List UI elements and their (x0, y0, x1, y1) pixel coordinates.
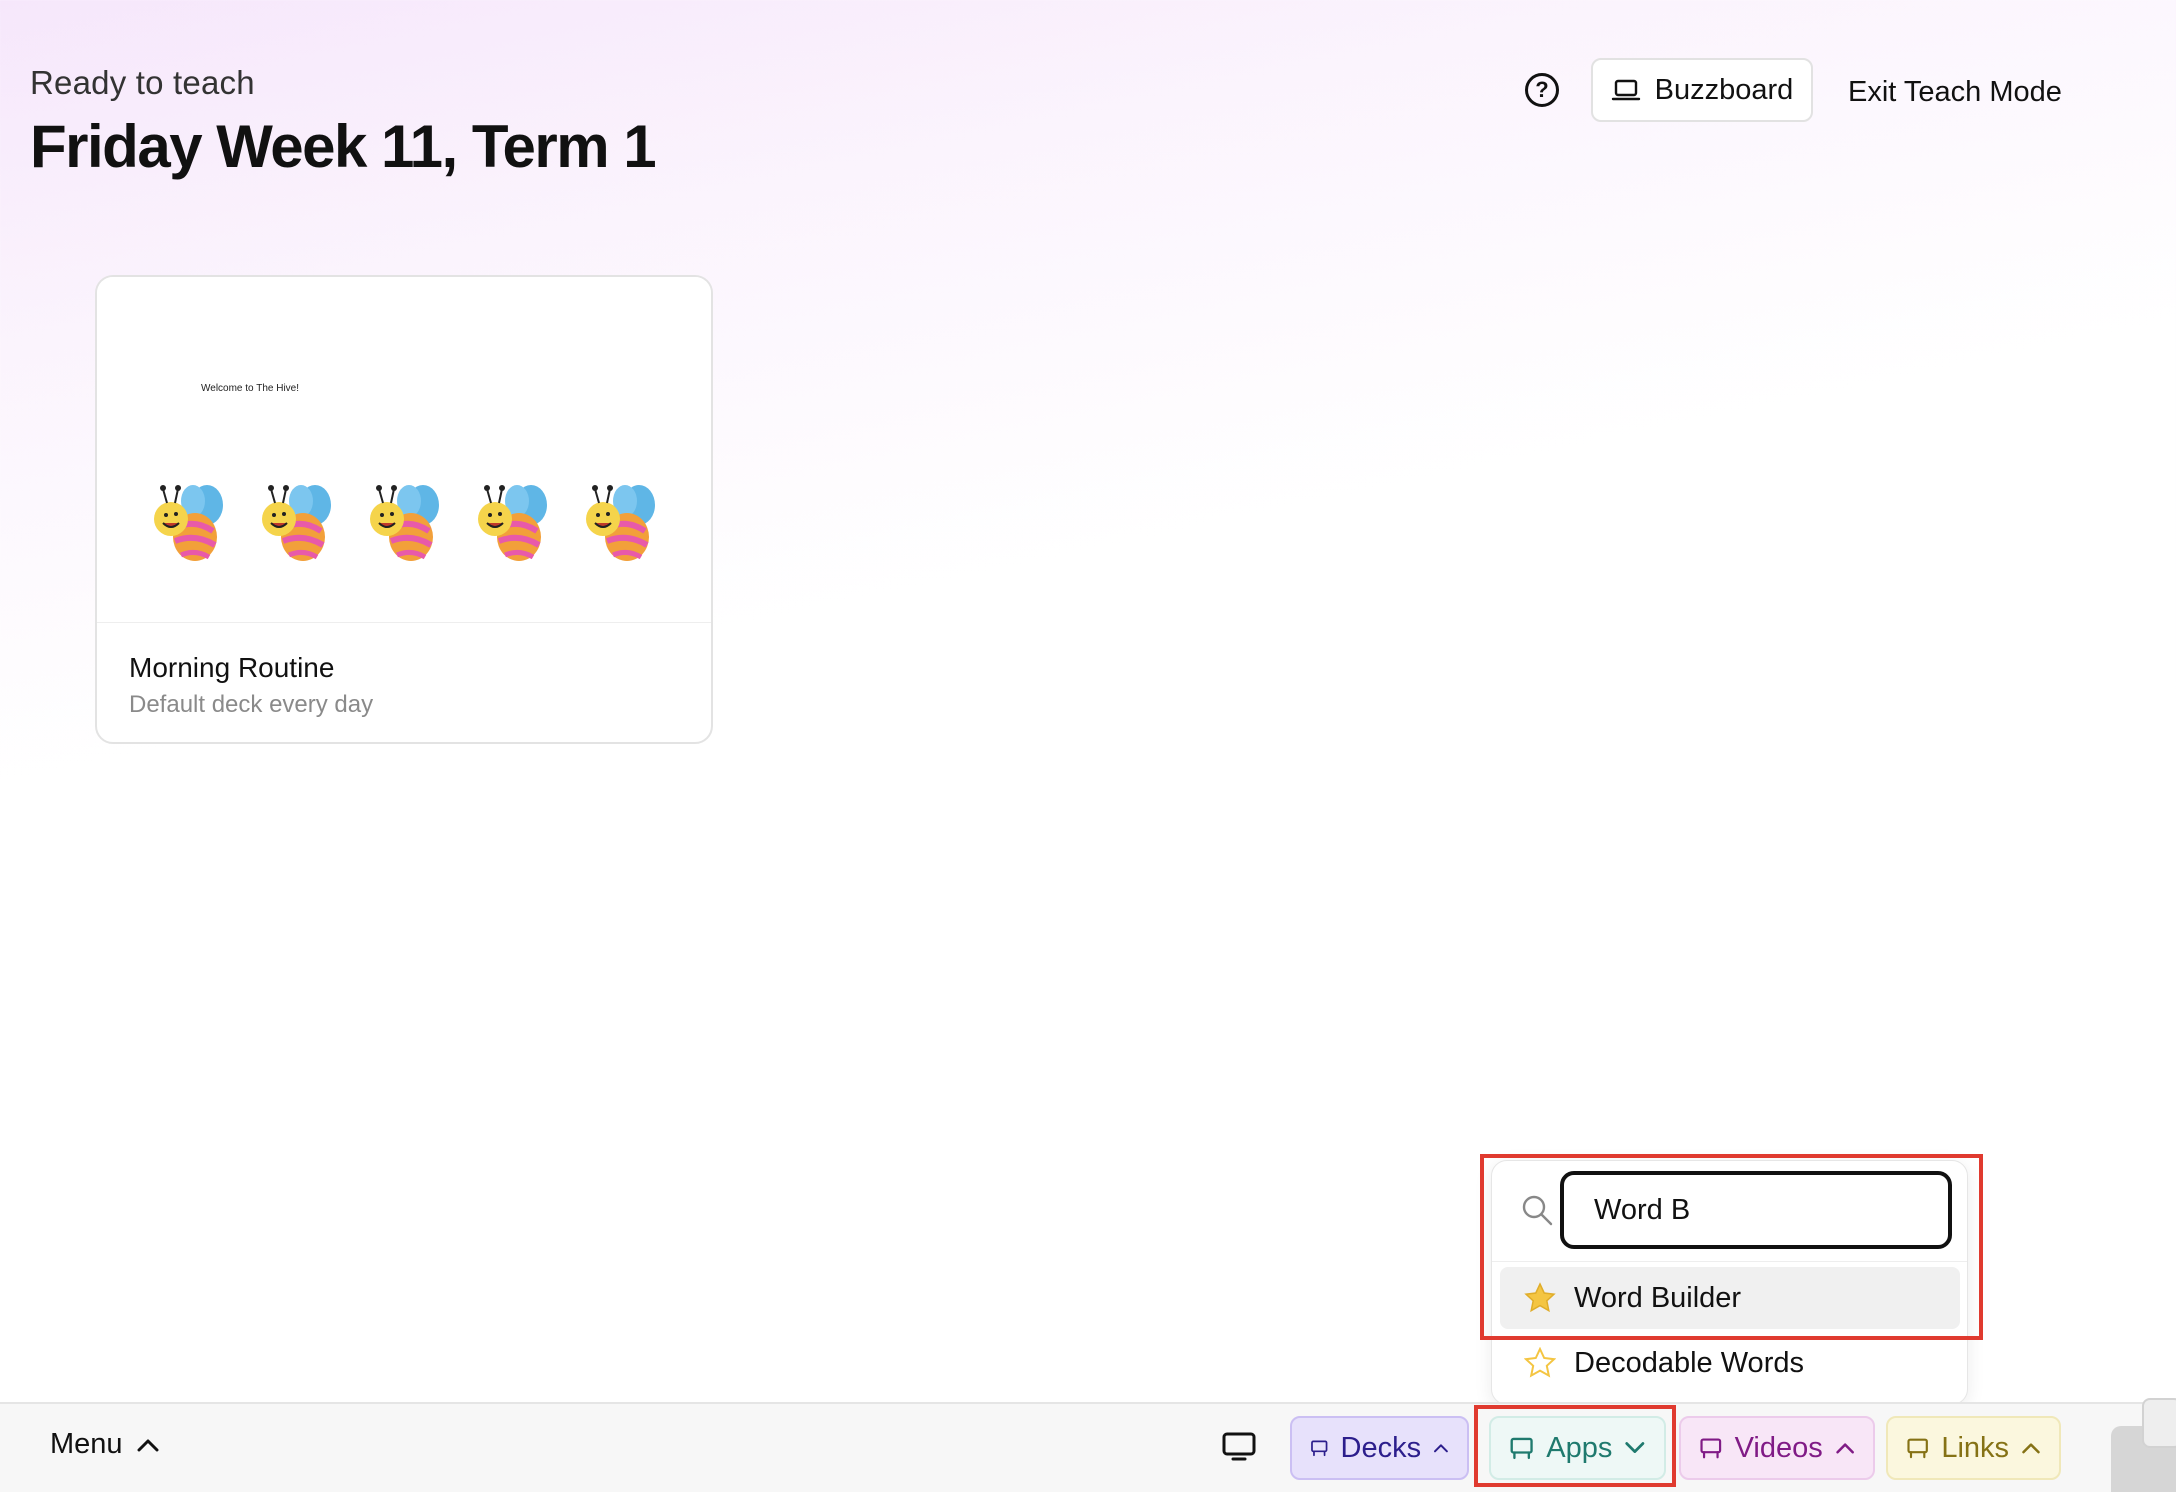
bee-image (586, 485, 655, 561)
divider (1492, 1261, 1967, 1262)
chevron-down-icon (1625, 1442, 1645, 1453)
presentation-icon (1700, 1438, 1722, 1459)
buzzboard-label: Buzzboard (1654, 73, 1794, 106)
chevron-up-icon (1836, 1443, 1854, 1454)
presentation-icon (1907, 1438, 1928, 1459)
menu-label: Menu (50, 1428, 123, 1460)
presentation-icon (1510, 1437, 1533, 1460)
app-item-word-builder[interactable]: Word Builder (1500, 1267, 1960, 1329)
app-item-label: Decodable Words (1574, 1346, 1804, 1379)
question-circle-icon: ? (1535, 77, 1549, 102)
bee-image (262, 485, 331, 561)
deck-title: Morning Routine (129, 652, 335, 683)
star-outline-icon[interactable] (1524, 1347, 1556, 1379)
search-icon (1522, 1195, 1553, 1226)
deck-card[interactable]: Welcome to The Hive! Morning Routine Def… (95, 275, 713, 744)
presentation-icon (1311, 1440, 1328, 1457)
exit-teach-mode-button[interactable]: Exit Teach Mode (1848, 70, 2062, 114)
subtitle: Ready to teach (30, 64, 255, 101)
tab-decks[interactable]: Decks (1290, 1416, 1469, 1480)
menu-button[interactable]: Menu (50, 1428, 159, 1461)
tab-links[interactable]: Links (1886, 1416, 2061, 1480)
chevron-up-icon (1434, 1444, 1449, 1453)
apps-dropdown: Word Builder Decodable Words (1491, 1160, 1968, 1405)
tab-label: Links (1941, 1431, 2010, 1464)
bee-image (370, 485, 439, 561)
chevron-up-icon (137, 1439, 159, 1451)
apps-search-input[interactable] (1560, 1171, 1952, 1249)
app-item-decodable-words[interactable]: Decodable Words (1500, 1332, 1960, 1394)
bottom-bar: Menu Decks Apps Videos Links (0, 1398, 2176, 1492)
thumbnail-text: Welcome to The Hive! (201, 383, 300, 394)
tab-videos[interactable]: Videos (1679, 1416, 1875, 1480)
tab-label: Videos (1734, 1431, 1823, 1464)
help-button[interactable]: ? (1525, 73, 1559, 107)
page-title: Friday Week 11, Term 1 (30, 113, 657, 180)
tab-apps[interactable]: Apps (1489, 1416, 1666, 1480)
tab-label: Decks (1340, 1431, 1422, 1464)
deck-subtitle: Default deck every day (129, 691, 374, 718)
bee-illustrations (145, 479, 667, 569)
bee-image (478, 485, 547, 561)
side-panel-toggle[interactable] (2142, 1398, 2176, 1448)
app-item-label: Word Builder (1574, 1281, 1742, 1314)
monitor-icon[interactable] (1222, 1432, 1256, 1462)
star-filled-icon[interactable] (1524, 1282, 1556, 1314)
bee-image (154, 485, 223, 561)
deck-thumbnail: Welcome to The Hive! (97, 277, 711, 623)
chevron-up-icon (2022, 1443, 2040, 1454)
buzzboard-button[interactable]: Buzzboard (1591, 58, 1813, 122)
tab-label: Apps (1546, 1431, 1613, 1464)
laptop-icon (1611, 79, 1640, 101)
